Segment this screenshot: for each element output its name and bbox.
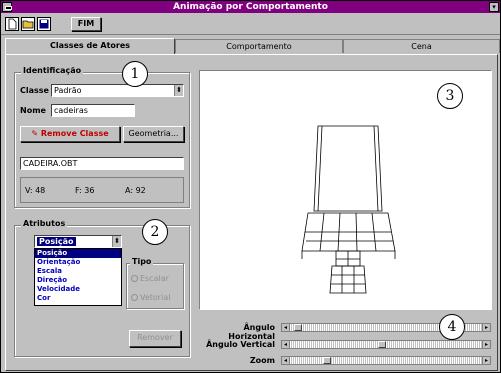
save-icon[interactable] (37, 17, 51, 31)
tab-cena[interactable]: Cena (343, 39, 500, 53)
remover-button[interactable]: Remover (129, 330, 181, 347)
escalar-radio[interactable]: Escalar (131, 274, 169, 283)
atributos-title: Atributos (21, 219, 68, 228)
fim-button[interactable]: FIM (71, 17, 101, 31)
radio-icon (131, 294, 138, 301)
callout-1: 1 (122, 61, 148, 87)
callout-2: 2 (142, 219, 168, 245)
edges-label: A: (125, 186, 134, 195)
slider-thumb[interactable] (293, 324, 302, 331)
vetorial-radio[interactable]: Vetorial (131, 293, 170, 302)
geometria-button[interactable]: Geometria... (123, 126, 184, 142)
open-icon[interactable] (21, 17, 35, 31)
slider-label-zoom: Zoom (249, 356, 275, 365)
list-item-direcao[interactable]: Direção (35, 276, 121, 285)
new-icon[interactable] (5, 17, 19, 31)
classe-select[interactable]: Padrão ⬍ (51, 84, 184, 97)
vetorial-label: Vetorial (140, 293, 171, 302)
system-menu-icon[interactable] (2, 2, 12, 12)
atributo-select[interactable]: Posição ⬍ (34, 235, 122, 248)
tab-comportamento[interactable]: Comportamento (175, 39, 343, 53)
arrow-left-icon[interactable]: ◂ (282, 341, 290, 348)
tipo-group: Tipo (126, 257, 184, 309)
angulo-vertical-slider[interactable]: ◂ ▸ (281, 340, 491, 349)
slider-label-angulo-horizontal: Ângulo Horizontal (228, 323, 275, 341)
list-item-velocidade[interactable]: Velocidade (35, 285, 121, 294)
arrow-right-icon[interactable]: ▸ (482, 357, 490, 364)
arrow-left-icon[interactable]: ◂ (282, 357, 290, 364)
geometry-stats: V: 48 F: 36 A: 92 (20, 177, 184, 203)
list-item-orientacao[interactable]: Orientação (35, 258, 121, 267)
edges-count: 92 (135, 186, 146, 195)
identificacao-title: Identificação (21, 66, 84, 75)
list-item-posicao[interactable]: Posição (35, 249, 121, 258)
vertices-label: V: (25, 186, 33, 195)
zoom-slider[interactable]: ◂ ▸ (281, 356, 491, 365)
tipo-title: Tipo (130, 257, 154, 266)
arrow-left-icon[interactable]: ◂ (282, 324, 290, 331)
slider-thumb[interactable] (323, 357, 332, 364)
classe-label: Classe (20, 86, 49, 95)
tab-strip: Classes de Atores Comportamento Cena (5, 38, 500, 55)
radio-icon (131, 275, 138, 282)
title-bar: Animação por Comportamento ▾ (1, 1, 500, 13)
callout-3: 3 (437, 83, 463, 109)
remove-class-button[interactable]: ✎ Remove Classe (20, 126, 120, 142)
list-item-escala[interactable]: Escala (35, 267, 121, 276)
chevron-down-icon[interactable]: ⬍ (112, 236, 121, 247)
tab-classes-de-atores[interactable]: Classes de Atores (5, 38, 175, 54)
remove-class-icon: ✎ (31, 129, 39, 138)
nome-label: Nome (20, 106, 46, 115)
application-window: Animação por Comportamento ▾ FIM Classes… (0, 0, 501, 373)
window-title: Animação por Comportamento (173, 2, 328, 12)
arrow-right-icon[interactable]: ▸ (482, 341, 490, 348)
slider-thumb[interactable] (378, 341, 387, 348)
faces-label: F: (75, 186, 82, 195)
toolbar: FIM (1, 13, 500, 35)
classe-value: Padrão (54, 86, 82, 95)
geometry-file-field[interactable]: CADEIRA.OBT (20, 157, 184, 170)
list-item-cor[interactable]: Cor (35, 294, 121, 303)
atributo-selected: Posição (37, 237, 76, 246)
escalar-label: Escalar (140, 274, 169, 283)
slider-label-angulo-vertical: Ângulo Vertical (206, 340, 275, 349)
arrow-right-icon[interactable]: ▸ (482, 324, 490, 331)
faces-count: 36 (84, 186, 95, 195)
atributo-list[interactable]: Posição Orientação Escala Direção Veloci… (34, 248, 122, 306)
nome-field[interactable]: cadeiras (51, 104, 135, 117)
vertices-count: 48 (35, 186, 46, 195)
chevron-down-icon[interactable]: ⬍ (174, 85, 183, 96)
window-menu-arrow-icon[interactable]: ▾ (489, 2, 499, 12)
callout-4: 4 (439, 314, 465, 340)
remove-class-label: Remove Classe (40, 129, 109, 138)
